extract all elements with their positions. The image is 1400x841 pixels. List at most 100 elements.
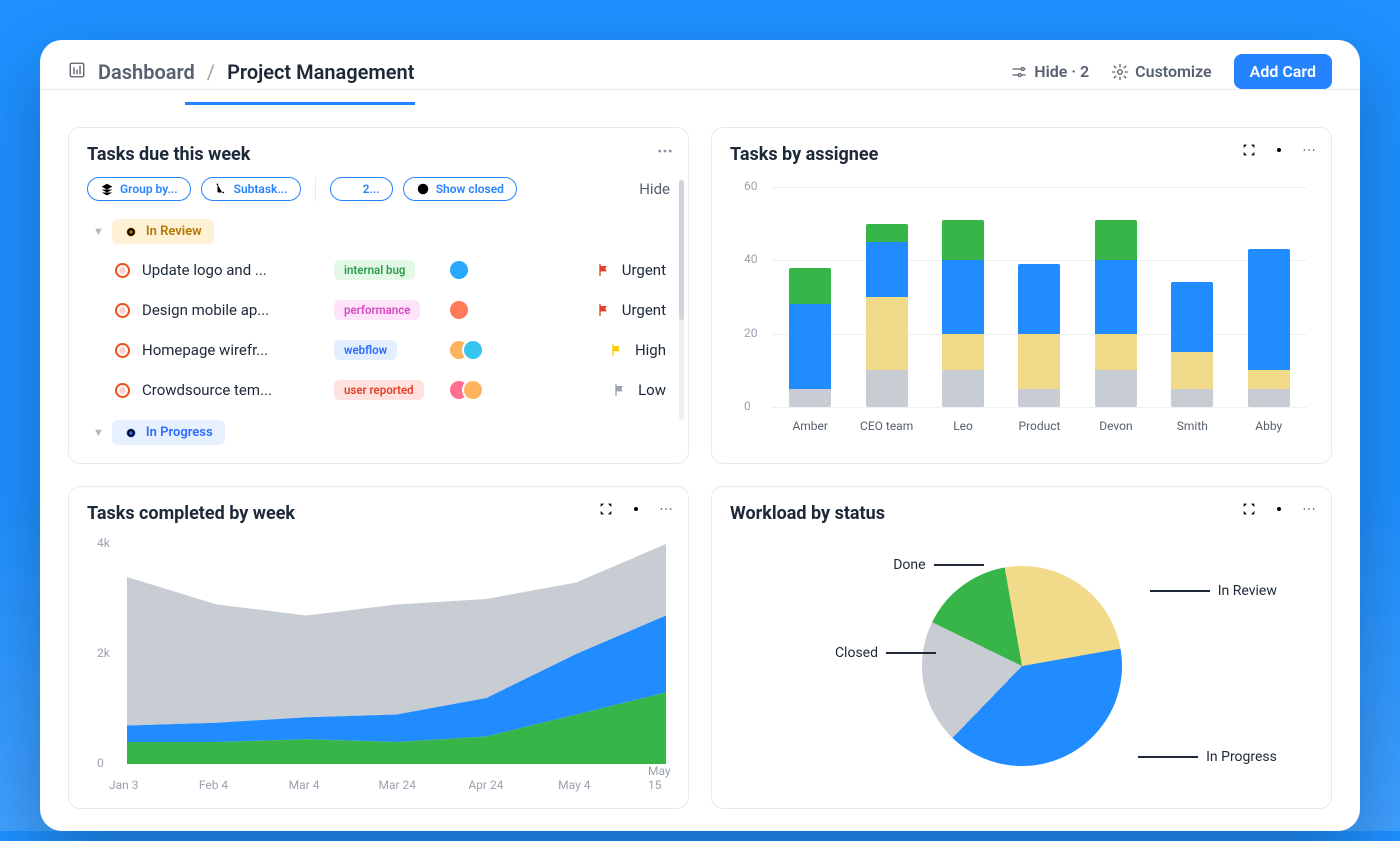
avatar [462,379,484,401]
collapse-caret-icon[interactable]: ▼ [93,225,104,238]
list-lines-icon [314,263,328,277]
assignee-avatars[interactable] [448,259,496,281]
task-status-icon[interactable] [115,263,130,278]
bar[interactable] [866,224,908,407]
hide-filters-button[interactable]: Hide [639,180,670,198]
pie-slice-label: In Review [1150,583,1277,599]
task-row[interactable]: Update logo and ... internal bug Urgent [87,250,670,290]
assignee-avatars[interactable] [448,379,496,401]
x-tick-label: Jan 3 [109,778,139,792]
list-lines-icon [314,343,328,357]
expand-icon[interactable] [598,501,614,517]
expand-icon[interactable] [1241,142,1257,158]
bar-segment [866,242,908,297]
bar-segment [1018,389,1060,407]
bar-segment [1095,370,1137,407]
bar[interactable] [942,220,984,407]
add-card-button[interactable]: Add Card [1234,54,1332,89]
bar-segment [1248,249,1290,370]
bar-segment [942,334,984,371]
assignee-avatars[interactable] [448,339,496,361]
bar[interactable] [789,268,831,407]
task-row[interactable]: Homepage wirefr...webflowHigh [87,330,670,370]
task-tag[interactable]: user reported [334,380,424,400]
bar-segment [866,297,908,370]
breadcrumb-root[interactable]: Dashboard [98,60,195,84]
hide-columns-button[interactable]: Hide · 2 [1010,62,1089,81]
x-tick-label: Mar 24 [379,778,417,792]
chip-columns[interactable]: 2... [330,177,393,201]
task-status-icon[interactable] [115,383,130,398]
task-status-icon[interactable] [115,303,130,318]
chip-group-by[interactable]: Group by... [87,177,191,201]
task-title: Update logo and ... [142,261,302,279]
dashboard-icon [68,60,86,84]
status-pill-in-progress[interactable]: In Progress [112,420,225,445]
breadcrumb: Dashboard / Project Management [68,60,414,84]
more-icon[interactable] [1301,501,1317,517]
task-tag[interactable]: internal bug [334,260,415,280]
customize-button[interactable]: Customize [1111,62,1211,81]
gear-icon[interactable] [1271,501,1287,517]
bar-segment [866,370,908,407]
scrollbar[interactable] [679,180,684,420]
task-title: Crowdsource tem... [142,381,302,399]
x-tick-label: Devon [1078,419,1154,433]
y-tick-label: 40 [744,252,758,266]
x-tick-label: May 15 [648,764,671,792]
task-tag[interactable]: webflow [334,340,397,360]
task-row[interactable]: Design mobile ap...performanceUrgent [87,290,670,330]
task-tag-cell: internal bug [314,260,436,280]
bar-segment [942,370,984,407]
breadcrumb-separator: / [207,60,215,84]
chip-show-closed[interactable]: Show closed [403,177,517,201]
expand-icon[interactable] [1241,501,1257,517]
filter-icon[interactable] [568,501,584,517]
priority-label: Urgent [622,261,666,279]
priority-cell[interactable]: Low [612,381,666,399]
more-icon[interactable] [656,142,674,160]
chip-subtasks[interactable]: Subtask... [201,177,301,201]
assignee-avatars[interactable] [448,299,496,321]
status-pill-in-review[interactable]: In Review [112,219,214,244]
status-group-in-progress: ▼ In Progress [87,414,670,451]
status-disc-icon [124,225,138,239]
bar-segment [789,304,831,388]
filter-icon[interactable] [1211,142,1227,158]
pie-slice-label: Done [893,557,983,573]
bar[interactable] [1171,282,1213,407]
bar[interactable] [1095,220,1137,407]
task-status-icon[interactable] [115,343,130,358]
bar-segment [1171,282,1213,352]
more-icon[interactable] [1301,142,1317,158]
gear-icon [1111,63,1129,81]
flag-icon [609,342,625,358]
x-tick-label: Mar 4 [289,778,320,792]
avatar [462,339,484,361]
bar[interactable] [1018,264,1060,407]
bar-segment [1095,334,1137,371]
priority-label: Low [638,381,666,399]
x-tick-label: Feb 4 [199,778,228,792]
priority-cell[interactable]: Urgent [596,301,666,319]
bar-segment [942,260,984,333]
gear-icon[interactable] [628,501,644,517]
card-toolbar [568,501,674,517]
page-title[interactable]: Project Management [227,60,414,84]
card-tasks-completed: Tasks completed by week 02k4kJan 3Feb 4M… [68,486,689,809]
status-group-in-review: ▼ In Review Update logo and ... internal … [87,213,670,410]
priority-cell[interactable]: Urgent [596,261,666,279]
more-icon[interactable] [658,501,674,517]
priority-cell[interactable]: High [609,341,666,359]
pie[interactable] [922,566,1122,766]
collapse-caret-icon[interactable]: ▼ [93,426,104,439]
check-circle-icon [416,182,430,196]
task-tag[interactable]: performance [334,300,420,320]
bar[interactable] [1248,249,1290,407]
filter-icon[interactable] [1211,501,1227,517]
task-row[interactable]: Crowdsource tem... user reported Low [87,370,670,410]
gear-icon[interactable] [1271,142,1287,158]
page-header: Dashboard / Project Management Hide · 2 … [40,40,1360,90]
priority-label: Urgent [622,301,666,319]
x-tick-label: Leo [925,419,1001,433]
